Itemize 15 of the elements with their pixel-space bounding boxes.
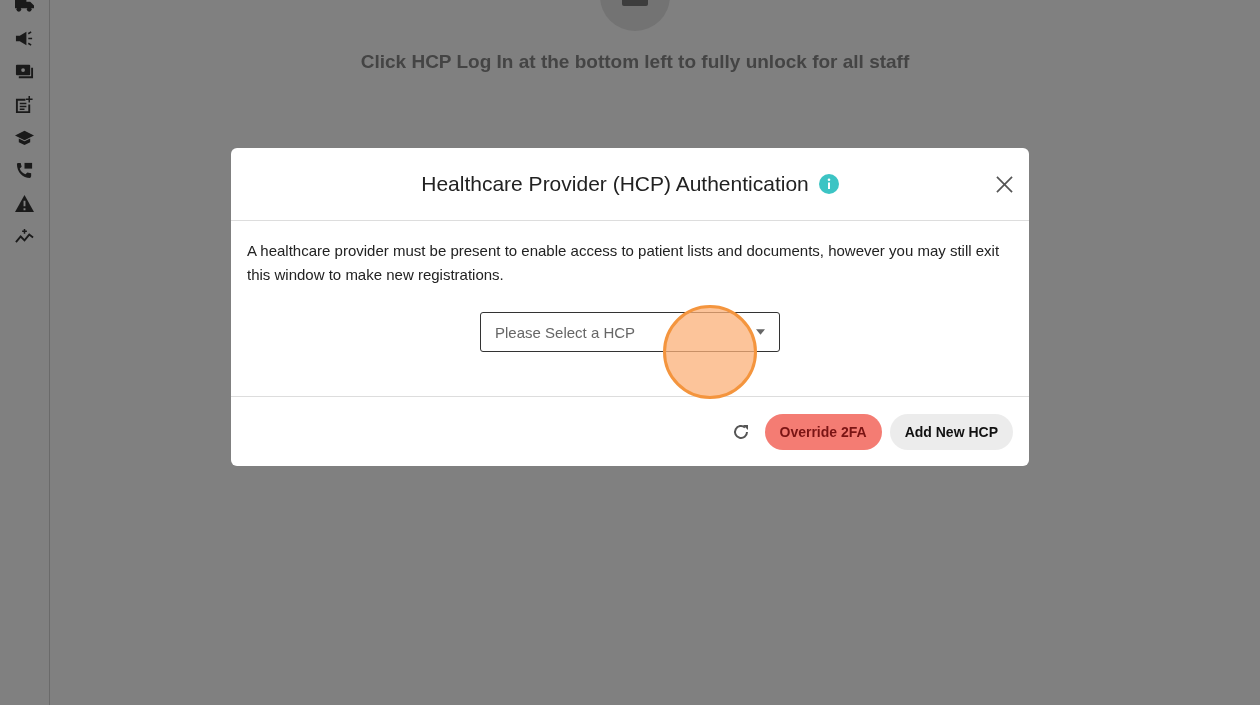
- add-button[interactable]: Add New HCP: [889, 413, 1013, 450]
- truck-icon[interactable]: [15, 0, 34, 15]
- warning-icon[interactable]: [15, 194, 34, 213]
- dialog-message: A healthcare provider must be present to enable access to patient lists and documents, however you may still exit this window to make new registrations.: [247, 241, 1001, 285]
- override-button[interactable]: Override 2FA: [764, 413, 882, 450]
- megaphone-icon[interactable]: [15, 29, 34, 48]
- phone-icon[interactable]: [15, 161, 34, 180]
- caret-icon: [756, 329, 765, 335]
- dialog-title: Healthcare Provider (HCP) Authentication: [421, 172, 809, 196]
- unlock-message: Click HCP Log In at the bottom left to fully unlock for all staff: [360, 51, 910, 73]
- screen-icon[interactable]: [15, 62, 34, 81]
- close-icon[interactable]: [996, 176, 1013, 193]
- note-add-icon[interactable]: [15, 95, 34, 114]
- graduation-cap-icon[interactable]: [15, 128, 34, 147]
- trend-icon[interactable]: [15, 227, 34, 246]
